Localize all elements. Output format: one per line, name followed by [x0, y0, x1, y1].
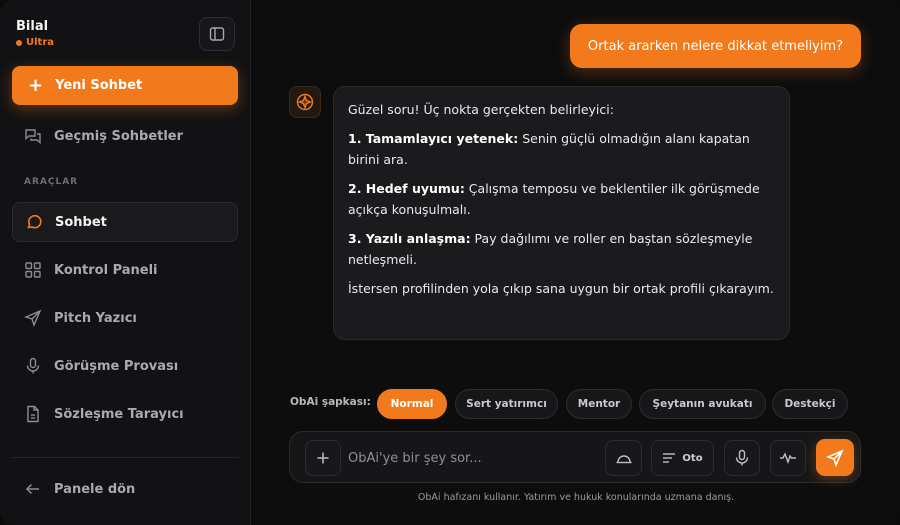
- sidebar-divider: [12, 457, 239, 458]
- back-label: Panele dön: [54, 481, 136, 497]
- sidebar-item-label: Pitch Yazıcı: [54, 310, 137, 326]
- history-label: Geçmiş Sohbetler: [54, 128, 184, 144]
- composer: Oto: [289, 431, 861, 483]
- document-icon: [27, 405, 39, 423]
- hat-button[interactable]: [605, 440, 642, 476]
- bot-point: 1. Tamamlayıcı yetenek: Senin güçlü olma…: [348, 128, 775, 170]
- bot-point: 3. Yazılı anlaşma: Pay dağılımı ve rolle…: [348, 228, 775, 270]
- message-input[interactable]: [348, 444, 588, 472]
- bot-point: 2. Hedef uyumu: Çalışma temposu ve bekle…: [348, 178, 775, 220]
- persona-chip-tough-investor[interactable]: Sert yatırımcı: [455, 389, 558, 419]
- sidebar-panel-icon: [209, 27, 225, 41]
- plan-label: Ultra: [26, 37, 55, 48]
- microphone-icon: [735, 449, 749, 466]
- length-select[interactable]: Oto: [651, 440, 714, 476]
- sidebar-toggle-button[interactable]: [199, 17, 235, 51]
- history-button[interactable]: Geçmiş Sohbetler: [12, 116, 238, 156]
- bot-point-title: 2. Hedef uyumu:: [348, 181, 465, 196]
- sidebar-item-contract[interactable]: Sözleşme Tarayıcı: [12, 394, 238, 434]
- send-button[interactable]: [816, 439, 854, 476]
- send-arrow-icon: [24, 309, 42, 327]
- voice-input-button[interactable]: [724, 440, 760, 476]
- app-window: Bilal Ultra + Yeni Sohbet Geçmiş Sohbetl…: [0, 0, 900, 525]
- sidebar-item-label: Sözleşme Tarayıcı: [54, 406, 184, 422]
- persona-chip-devils-advocate[interactable]: Şeytanın avukatı: [639, 389, 766, 419]
- user-message-text: Ortak ararken nelere dikkat etmeliyim?: [587, 38, 844, 54]
- bot-outro: İstersen profilinden yola çıkıp sana uyg…: [348, 281, 774, 296]
- sidebar-item-chat[interactable]: Sohbet: [12, 202, 238, 242]
- bot-message-bubble: Güzel soru! Üç nokta gerçekten belirleyi…: [333, 86, 790, 340]
- sidebar-item-label: Sohbet: [55, 214, 107, 230]
- chat-bubble-icon: [27, 214, 42, 229]
- back-to-panel-button[interactable]: Panele dön: [12, 469, 238, 509]
- sidebar: Bilal Ultra + Yeni Sohbet Geçmiş Sohbetl…: [0, 0, 251, 525]
- attach-button[interactable]: [305, 440, 341, 476]
- bot-intro: Güzel soru! Üç nokta gerçekten belirleyi…: [348, 102, 614, 117]
- waveform-icon: [780, 452, 796, 465]
- user-message-bubble: Ortak ararken nelere dikkat etmeliyim?: [570, 24, 861, 68]
- microphone-icon: [26, 357, 40, 374]
- new-chat-label: Yeni Sohbet: [55, 78, 143, 93]
- sidebar-item-interview[interactable]: Görüşme Provası: [12, 346, 238, 386]
- length-select-label: Oto: [682, 452, 703, 464]
- persona-chip-supporter[interactable]: Destekçi: [772, 389, 848, 419]
- plus-icon: +: [28, 74, 44, 96]
- compass-logo-icon: [296, 93, 314, 111]
- persona-label: ObAi şapkası:: [290, 396, 371, 408]
- bot-point-title: 1. Tamamlayıcı yetenek:: [348, 131, 519, 146]
- bot-avatar: [289, 86, 321, 118]
- dashboard-grid-icon: [25, 262, 41, 278]
- lines-icon: [663, 453, 676, 463]
- user-plan-badge: Ultra: [16, 37, 54, 48]
- sidebar-item-label: Kontrol Paneli: [54, 262, 158, 278]
- hat-icon: [616, 455, 631, 464]
- user-name: Bilal: [16, 19, 49, 34]
- sidebar-item-pitch[interactable]: Pitch Yazıcı: [12, 298, 238, 338]
- bot-point-title: 3. Yazılı anlaşma:: [348, 231, 471, 246]
- new-chat-button[interactable]: + Yeni Sohbet: [12, 66, 238, 105]
- persona-chip-mentor[interactable]: Mentor: [566, 389, 632, 419]
- plus-icon: [317, 452, 329, 464]
- voice-mode-button[interactable]: [770, 440, 806, 476]
- send-icon: [826, 448, 844, 467]
- sidebar-item-dashboard[interactable]: Kontrol Paneli: [12, 250, 238, 290]
- arrow-left-icon: [25, 483, 39, 495]
- disclaimer-text: ObAi hafızanı kullanır. Yatırım ve hukuk…: [417, 492, 735, 503]
- sidebar-item-label: Görüşme Provası: [54, 358, 179, 374]
- tools-section-label: ARAÇLAR: [24, 177, 79, 187]
- persona-chip-normal[interactable]: Normal: [377, 389, 447, 419]
- plan-dot-icon: [16, 39, 22, 46]
- chat-history-icon: [25, 129, 41, 144]
